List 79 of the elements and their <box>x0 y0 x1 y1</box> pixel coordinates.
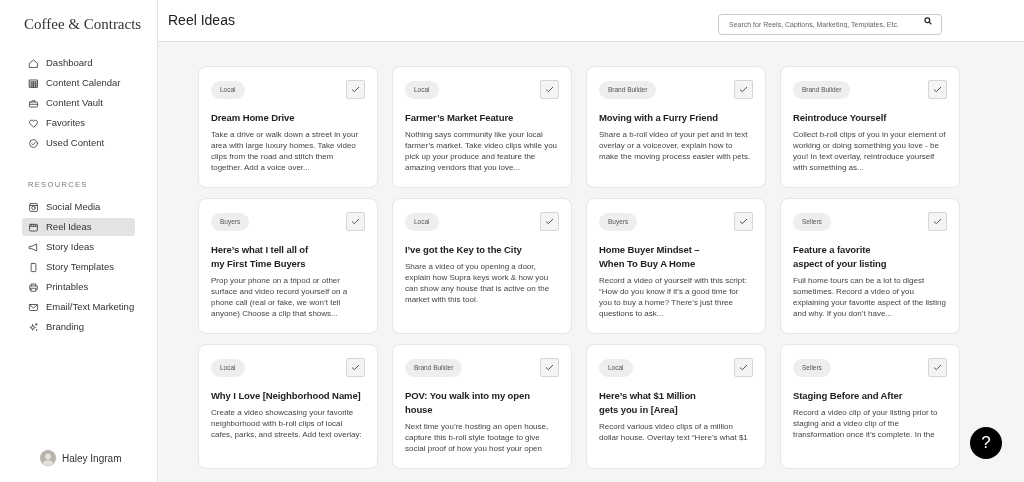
megaphone-icon <box>28 241 39 253</box>
help-button[interactable]: ? <box>970 427 1002 459</box>
card-description: Nothing says community like your local farmer’s market. Take video clips while you pick up your produce and feature the amazing vendors that you love... <box>405 129 559 173</box>
mark-used-button[interactable] <box>928 358 947 377</box>
heart-icon <box>28 117 39 129</box>
sparkle-icon <box>28 321 39 333</box>
card-description: Prop your phone on a tripod or other surface and video record yourself on a phone call (real or fake, we won’t tell anyone) Choose a clip that shows... <box>211 275 349 319</box>
user-name[interactable]: Haley Ingram <box>62 450 122 466</box>
card-title: I’ve got the Key to the City <box>405 243 523 257</box>
check-icon <box>933 86 942 93</box>
sidebar-item[interactable]: Content Calendar <box>22 74 135 92</box>
check-icon <box>545 86 554 93</box>
check-icon <box>351 364 360 371</box>
sidebar-item[interactable]: Email/Text Marketing <box>22 298 135 316</box>
card-description: Take a drive or walk down a street in your area with large luxury homes. Take video clips from the road and stitch them together. Add a voice over... <box>211 129 360 173</box>
avatar-icon[interactable] <box>40 450 56 466</box>
sidebar-item[interactable]: Branding <box>22 318 135 336</box>
check-icon <box>351 86 360 93</box>
sidebar-item[interactable]: Used Content <box>22 134 135 152</box>
card-title: Dream Home Drive <box>211 111 296 125</box>
mark-used-button[interactable] <box>734 80 753 99</box>
card-description: Record a video clip of your listing prior to staging and a video clip of the transformation once it’s complete. In the <box>793 407 939 440</box>
card-title: Home Buyer Mindset – When To Buy A Home <box>599 243 701 271</box>
camera-icon <box>28 201 39 213</box>
sidebar-item[interactable]: Story Templates <box>22 258 135 276</box>
card-description: Share a b-roll video of your pet and in text overlay or a voiceover, explain how to make the moving process easier with pets. <box>599 129 752 162</box>
page-title: Reel Ideas <box>168 11 235 30</box>
card-title: Moving with a Furry Friend <box>599 111 719 125</box>
check-icon <box>933 218 942 225</box>
sidebar-item[interactable]: Printables <box>22 278 135 296</box>
home-icon <box>28 57 39 69</box>
sidebar-item[interactable]: Story Ideas <box>22 238 135 256</box>
card-description: Share a video of you opening a door, explain how Supra keys work & how you can show any house that is active on the market with this tool. <box>405 261 551 305</box>
card-title: Staging Before and After <box>793 389 904 403</box>
mark-used-button[interactable] <box>346 212 365 231</box>
card-description: Create a video showcasing your favorite neighborhood with b-roll clips of local cafes, parks, and streets. Add text overlay: <box>211 407 363 440</box>
mark-used-button[interactable] <box>540 212 559 231</box>
sidebar-item[interactable]: Reel Ideas <box>22 218 135 236</box>
briefcase-icon <box>28 97 39 109</box>
mark-used-button[interactable] <box>734 358 753 377</box>
printer-icon <box>28 281 39 293</box>
mark-used-button[interactable] <box>346 80 365 99</box>
mark-used-button[interactable] <box>928 80 947 99</box>
check-icon <box>739 218 748 225</box>
card-description: Collect b-roll clips of you in your element of working or doing something you love - be you! In text overlay, reintroduce yourself with something as... <box>793 129 947 173</box>
sidebar-item[interactable]: Social Media <box>22 198 135 216</box>
card-title: Reintroduce Yourself <box>793 111 888 125</box>
card-description: Full home tours can be a lot to digest sometimes. Record a video of you explaining your favorite aspect of the listing and why. If you don’t have... <box>793 275 947 319</box>
check-icon <box>739 86 748 93</box>
check-icon <box>545 364 554 371</box>
check-icon <box>351 218 360 225</box>
clapperboard-icon <box>28 221 39 233</box>
search-icon[interactable] <box>924 16 932 25</box>
card-title: Why I Love [Neighborhood Name] <box>211 389 362 403</box>
check-circle-icon <box>28 137 39 149</box>
check-icon <box>545 218 554 225</box>
mark-used-button[interactable] <box>928 212 947 231</box>
envelope-icon <box>28 301 39 313</box>
card-description: Record a video of yourself with this script: “How do you know if it’s a good time for you to buy a home? There’s just three questions to ask... <box>599 275 748 319</box>
card-title: Farmer’s Market Feature <box>405 111 515 125</box>
calendar-icon <box>28 77 39 89</box>
mark-used-button[interactable] <box>734 212 753 231</box>
sidebar-item[interactable]: Favorites <box>22 114 135 132</box>
card-title: Feature a favorite aspect of your listing <box>793 243 888 271</box>
card-description: Record various video clips of a million dollar house. Overlay text “Here’s what $1 <box>599 421 749 443</box>
sidebar-item[interactable]: Dashboard <box>22 54 135 72</box>
mark-used-button[interactable] <box>540 80 559 99</box>
phone-icon <box>28 261 39 273</box>
mark-used-button[interactable] <box>346 358 365 377</box>
mark-used-button[interactable] <box>540 358 559 377</box>
card-title: Here’s what I tell all of my First Time Buyers <box>211 243 310 271</box>
check-icon <box>933 364 942 371</box>
idea-card[interactable] <box>198 198 378 334</box>
card-title: POV: You walk into my open house <box>405 389 531 417</box>
card-title: Here’s what $1 Million gets you in [Area] <box>599 389 697 417</box>
card-description: Next time you’re hosting an open house, capture this b-roll style footage to give social proof of how you host your open <box>405 421 550 454</box>
brand-logo: Coffee & Contracts <box>24 16 142 32</box>
check-icon <box>739 364 748 371</box>
sidebar-item[interactable]: Content Vault <box>22 94 135 112</box>
